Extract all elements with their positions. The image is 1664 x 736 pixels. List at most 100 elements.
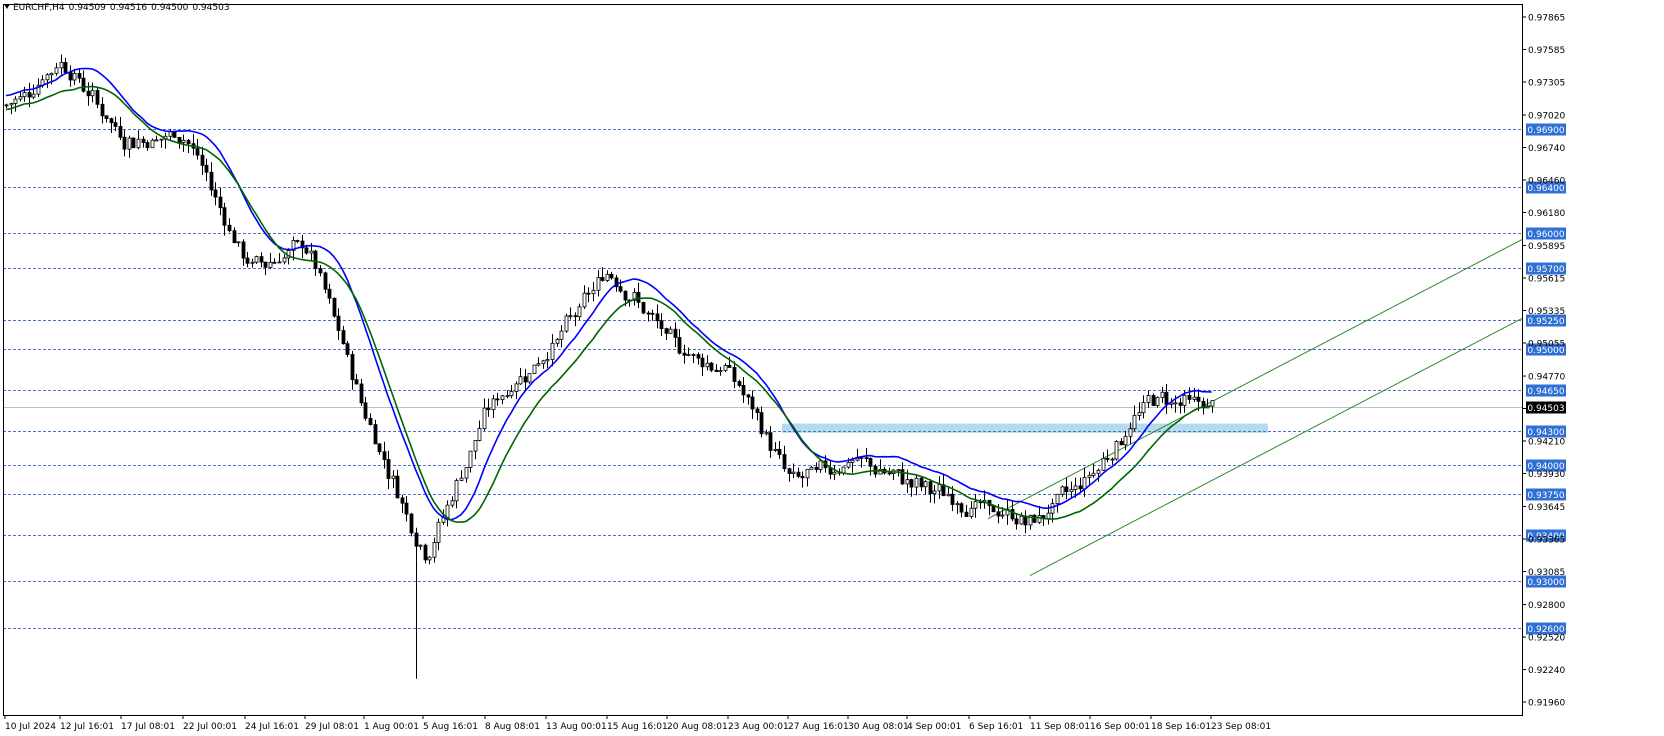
price-chart[interactable]: 0.969000.964000.960000.957000.952500.950… xyxy=(0,0,1664,736)
candle-body xyxy=(395,475,400,499)
candle-body xyxy=(1055,493,1060,505)
candle-body xyxy=(386,459,391,479)
candle-body xyxy=(723,365,728,371)
dropdown-triangle-icon[interactable] xyxy=(4,4,10,9)
candle-body xyxy=(495,398,500,401)
candle-body xyxy=(691,354,696,356)
candle-body xyxy=(923,481,928,488)
candle-body xyxy=(937,484,942,492)
candle-body xyxy=(750,396,755,410)
candle-body xyxy=(250,261,255,264)
y-tick-label: 0.96180 xyxy=(1528,209,1565,219)
ma-fast-line[interactable] xyxy=(5,67,1212,521)
candle-body xyxy=(150,139,155,149)
candle-body xyxy=(505,395,510,398)
candle-body xyxy=(486,407,491,411)
candle-body xyxy=(368,417,373,425)
y-tick-label: 0.94770 xyxy=(1528,373,1565,383)
candle-body xyxy=(900,469,905,485)
x-tick-label: 24 Jul 16:01 xyxy=(245,722,299,732)
candle-body xyxy=(650,312,655,315)
current-price-label: 0.94503 xyxy=(1527,404,1564,414)
candle-body xyxy=(523,376,528,383)
x-tick-label: 30 Aug 08:01 xyxy=(848,722,909,732)
x-tick-label: 16 Sep 00:01 xyxy=(1090,722,1150,732)
candle-body xyxy=(1132,415,1137,430)
level-price-label: 0.96900 xyxy=(1527,126,1564,136)
candle-body xyxy=(646,312,651,315)
candle-body xyxy=(673,328,678,338)
candle-body xyxy=(1069,489,1074,493)
candle-body xyxy=(573,315,578,318)
candle-body xyxy=(964,511,969,517)
candle-body xyxy=(777,448,782,455)
y-tick-label: 0.91960 xyxy=(1528,699,1565,709)
candle-body xyxy=(955,503,960,506)
candle-body xyxy=(136,138,141,149)
candle-body xyxy=(254,256,259,263)
candle-body xyxy=(172,131,177,138)
candle-body xyxy=(518,376,523,385)
candle-body xyxy=(45,74,50,81)
candle-body xyxy=(800,475,805,479)
candle-body xyxy=(63,62,68,73)
candle-body xyxy=(618,286,623,292)
candle-body xyxy=(104,115,109,119)
candle-body xyxy=(1160,391,1165,398)
candle-body xyxy=(555,338,560,344)
candle-body xyxy=(363,402,368,419)
candle-body xyxy=(868,458,873,467)
candle-body xyxy=(159,138,164,141)
ma-slow-line[interactable] xyxy=(5,85,1212,523)
candle-body xyxy=(100,103,105,117)
candle-body xyxy=(609,273,614,279)
candle-body xyxy=(341,330,346,345)
y-tick-label: 0.96740 xyxy=(1528,144,1565,154)
candle-body xyxy=(109,118,114,124)
candle-body xyxy=(227,224,232,232)
candle-body xyxy=(1050,503,1055,514)
candle-body xyxy=(696,354,701,359)
x-tick-label: 5 Aug 16:01 xyxy=(423,722,478,732)
candle-body xyxy=(600,277,605,281)
candle-body xyxy=(268,261,273,268)
y-tick-label: 0.97020 xyxy=(1528,112,1565,122)
candle-body xyxy=(1019,515,1024,525)
candle-body xyxy=(791,471,796,474)
candle-body xyxy=(1037,515,1042,523)
candle-body xyxy=(805,468,810,479)
y-tick-label: 0.93930 xyxy=(1528,470,1565,480)
header-high: 0.94516 xyxy=(109,3,148,13)
candle-body xyxy=(186,139,191,145)
candle-body xyxy=(204,164,209,173)
candle-body xyxy=(1082,477,1087,490)
candle-body xyxy=(118,126,123,138)
candle-body xyxy=(127,137,132,150)
candle-body xyxy=(737,381,742,386)
candle-body xyxy=(49,72,54,76)
candle-body xyxy=(796,471,801,477)
candle-body xyxy=(13,98,18,104)
candle-body xyxy=(996,511,1001,517)
candle-body xyxy=(636,292,641,303)
candle-body xyxy=(491,398,496,411)
channel-lower-line[interactable] xyxy=(1029,317,1523,576)
x-tick-label: 11 Sep 08:01 xyxy=(1030,722,1090,732)
y-tick-label: 0.94210 xyxy=(1528,437,1565,447)
x-tick-label: 4 Sep 00:01 xyxy=(907,722,961,732)
candle-body xyxy=(1119,440,1124,446)
y-tick-label: 0.97585 xyxy=(1528,46,1565,56)
candle-body xyxy=(304,247,309,254)
candle-body xyxy=(591,289,596,295)
candle-body xyxy=(1014,518,1019,525)
chart-header: EURCHF,H4 0.94509 0.94516 0.94500 0.94503 xyxy=(4,3,234,13)
candle-body xyxy=(323,272,328,290)
chart-window[interactable]: 0.96900 0.96400 0.96000 0.95700 0.95250 0.950… xyxy=(0,0,1664,736)
plot-frame xyxy=(3,4,1523,716)
channel-upper-line[interactable] xyxy=(987,239,1523,520)
candle-body xyxy=(418,544,423,547)
candle-body xyxy=(1064,486,1069,493)
candle-body xyxy=(122,136,127,150)
candle-body xyxy=(1178,402,1183,406)
candle-body xyxy=(454,480,459,502)
